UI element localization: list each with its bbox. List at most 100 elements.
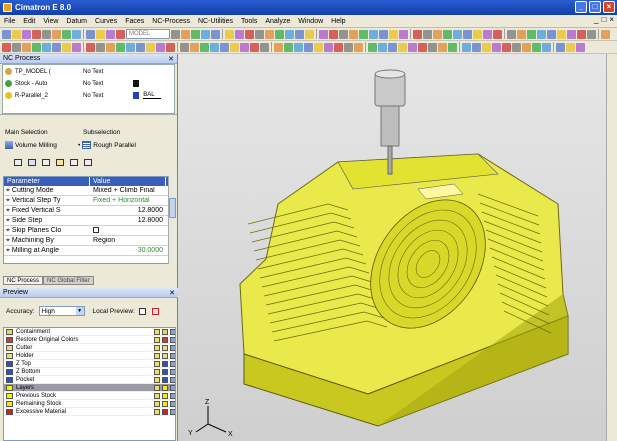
tree-item-tp-model[interactable]: TP_MODEL ( No Text	[5, 67, 103, 76]
toolbar-button-icon[interactable]	[22, 29, 31, 39]
toolbar-button-icon[interactable]	[359, 29, 368, 39]
toolbar-button-icon[interactable]	[136, 42, 145, 52]
menu-view[interactable]: View	[39, 18, 62, 25]
toolbar-button-icon[interactable]	[339, 29, 348, 39]
toolbar-button-icon[interactable]	[418, 42, 427, 52]
toolbar-button-icon[interactable]	[329, 29, 338, 39]
toolbar-button-icon[interactable]	[587, 29, 596, 39]
menu-tools[interactable]: Tools	[237, 18, 261, 25]
preview-list-item[interactable]: Containment	[4, 328, 175, 336]
toolbar-button-icon[interactable]	[492, 42, 501, 52]
toolbar-button-icon[interactable]	[388, 42, 397, 52]
toolbar-button-icon[interactable]	[354, 42, 363, 52]
toolbar-button-icon[interactable]	[443, 29, 452, 39]
param-row-side-step[interactable]: ⌖ Side Step 12.8000	[4, 216, 172, 226]
procedure-parameters-icon[interactable]	[42, 159, 50, 166]
toolbar-button-icon[interactable]	[389, 29, 398, 39]
minimize-button[interactable]: _	[575, 1, 587, 13]
menu-curves[interactable]: Curves	[91, 18, 121, 25]
toolbar-button-icon[interactable]	[250, 42, 259, 52]
menu-datum[interactable]: Datum	[62, 18, 91, 25]
toolbar-button-icon[interactable]	[116, 29, 125, 39]
toolbar-button-icon[interactable]	[106, 42, 115, 52]
toolbar-button-icon[interactable]	[285, 29, 294, 39]
toolbar-button-icon[interactable]	[493, 29, 502, 39]
toolbar-button-icon[interactable]	[472, 42, 481, 52]
toolbar-button-icon[interactable]	[211, 29, 220, 39]
toolbar-button-icon[interactable]	[512, 42, 521, 52]
toolbar-button-icon[interactable]	[42, 29, 51, 39]
menu-help[interactable]: Help	[327, 18, 349, 25]
toolbar-button-icon[interactable]	[537, 29, 546, 39]
mdi-restore-button[interactable]: □	[601, 15, 606, 24]
param-value[interactable]: Fixed + Horizontal	[90, 197, 166, 204]
toolbar-button-icon[interactable]	[379, 29, 388, 39]
toolbar-button-icon[interactable]	[275, 29, 284, 39]
toolbar-button-icon[interactable]	[462, 42, 471, 52]
toolbar-button-icon[interactable]	[522, 42, 531, 52]
toolbar-button-icon[interactable]	[116, 42, 125, 52]
model-combo[interactable]: MODEL	[126, 29, 170, 39]
toolbar-button-icon[interactable]	[507, 29, 516, 39]
preview-item-toggles[interactable]	[154, 384, 175, 391]
toolbar-button-icon[interactable]	[191, 29, 200, 39]
toolbar-button-icon[interactable]	[171, 29, 180, 39]
toolbar-button-icon[interactable]	[106, 29, 115, 39]
graphics-viewport[interactable]: Z Y X	[178, 54, 606, 441]
preview-list-item[interactable]: Excessive Material	[4, 408, 175, 416]
mdi-close-button[interactable]: ×	[609, 15, 614, 24]
toolbar-button-icon[interactable]	[368, 42, 377, 52]
toolbar-button-icon[interactable]	[240, 42, 249, 52]
subselection-button[interactable]: • Rough Parallel	[78, 141, 136, 149]
toolbar-button-icon[interactable]	[314, 42, 323, 52]
maximize-button[interactable]: □	[589, 1, 601, 13]
toolbar-button-icon[interactable]	[399, 29, 408, 39]
toolbar-button-icon[interactable]	[126, 42, 135, 52]
toolbar-button-icon[interactable]	[453, 29, 462, 39]
menu-edit[interactable]: Edit	[19, 18, 39, 25]
mdi-minimize-button[interactable]: _	[594, 15, 598, 24]
toolbar-button-icon[interactable]	[201, 29, 210, 39]
toolbar-button-icon[interactable]	[483, 29, 492, 39]
preview-list-item[interactable]: Pocket	[4, 376, 175, 384]
toolbar-button-icon[interactable]	[378, 42, 387, 52]
toolbar-button-icon[interactable]	[230, 42, 239, 52]
toolbar-button-icon[interactable]	[428, 42, 437, 52]
menu-nc-utilities[interactable]: NC-Utilities	[194, 18, 237, 25]
param-row-fixed-vertical-step[interactable]: ⌖ Fixed Vertical S 12.8000	[4, 206, 172, 216]
preview-list-item[interactable]: Layers	[4, 384, 175, 392]
toolbar-button-icon[interactable]	[274, 42, 283, 52]
toolbar-button-icon[interactable]	[72, 29, 81, 39]
toolbar-button-icon[interactable]	[220, 42, 229, 52]
menu-nc-process[interactable]: NC-Process	[148, 18, 194, 25]
toolbar-button-icon[interactable]	[255, 29, 264, 39]
preview-item-toggles[interactable]	[154, 392, 175, 399]
preview-item-toggles[interactable]	[154, 400, 175, 407]
toolbar-button-icon[interactable]	[517, 29, 526, 39]
toolbar-button-icon[interactable]	[502, 42, 511, 52]
accuracy-select[interactable]: High ▼	[38, 306, 85, 316]
toolbar-button-icon[interactable]	[86, 29, 95, 39]
toolbar-button-icon[interactable]	[181, 29, 190, 39]
procedure-options-icon[interactable]	[70, 159, 78, 166]
close-button[interactable]: ×	[603, 1, 615, 13]
toolbar-button-icon[interactable]	[210, 42, 219, 52]
procedure-tool-icon[interactable]	[14, 159, 22, 166]
preview-item-toggles[interactable]	[154, 376, 175, 383]
toolbar-button-icon[interactable]	[22, 42, 31, 52]
preview-item-toggles[interactable]	[154, 336, 175, 343]
scrollbar-thumb[interactable]	[169, 198, 176, 218]
param-value[interactable]: 12.8000	[90, 207, 166, 214]
toolbar-button-icon[interactable]	[547, 29, 556, 39]
toolbar-button-icon[interactable]	[532, 42, 541, 52]
toolbar-button-icon[interactable]	[166, 42, 175, 52]
toolbar-button-icon[interactable]	[180, 42, 189, 52]
toolbar-button-icon[interactable]	[2, 29, 11, 39]
toolbar-button-icon[interactable]	[12, 29, 21, 39]
toolbar-button-icon[interactable]	[369, 29, 378, 39]
param-row-skip-planes[interactable]: ⌖ Skip Planes Clo	[4, 226, 172, 236]
preview-item-toggles[interactable]	[154, 360, 175, 367]
tree-item-stock[interactable]: Stock - Auto No Text	[5, 79, 140, 88]
toolbar-button-icon[interactable]	[448, 42, 457, 52]
toolbar-button-icon[interactable]	[324, 42, 333, 52]
